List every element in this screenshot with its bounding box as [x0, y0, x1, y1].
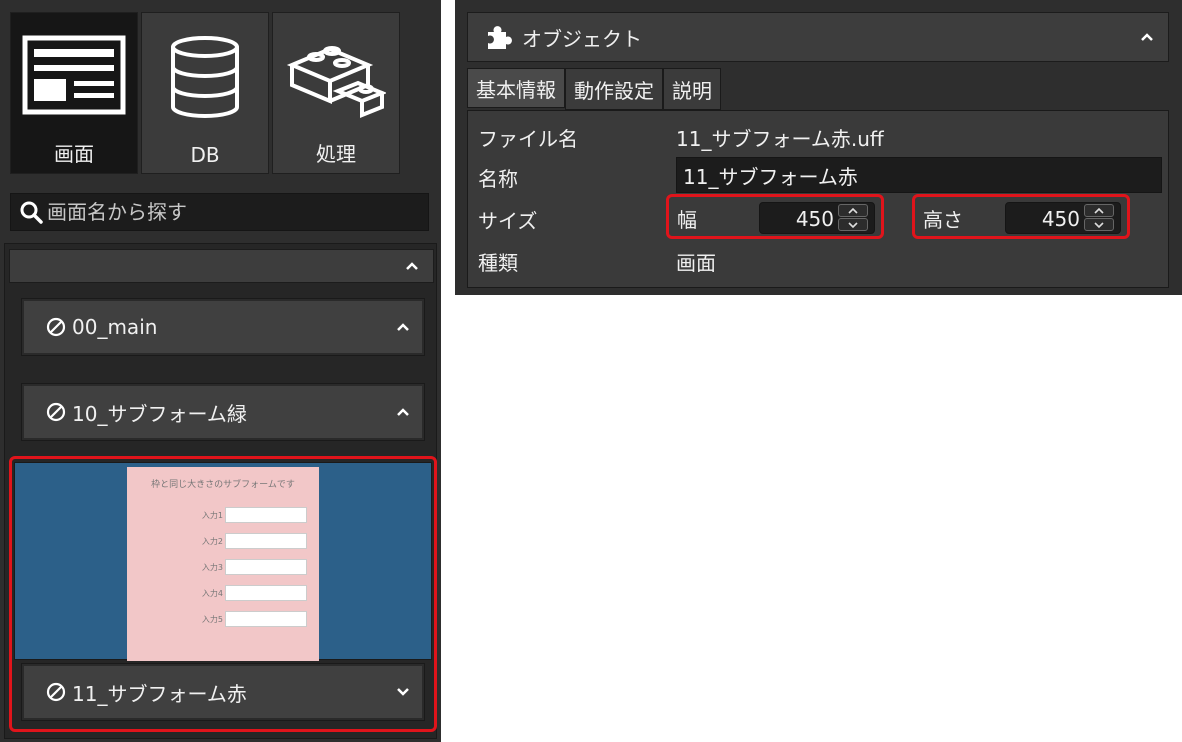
height-decrement-button[interactable]: [1084, 218, 1114, 231]
height-stepper[interactable]: 450: [1005, 202, 1121, 234]
screen-icon: [22, 35, 126, 115]
mode-process-button[interactable]: 処理: [272, 12, 400, 174]
name-input[interactable]: 11_サブフォーム赤: [676, 157, 1162, 193]
width-label: 幅: [677, 208, 697, 232]
tab-description[interactable]: 説明: [663, 68, 721, 110]
file-name-label: ファイル名: [478, 127, 578, 151]
width-stepper-buttons: [838, 204, 870, 232]
form-item-10-subform-green[interactable]: 10_サブフォーム緑: [21, 383, 425, 441]
kind-value: 画面: [676, 251, 716, 275]
height-stepper-buttons: [1084, 204, 1116, 232]
file-name-value: 11_サブフォーム赤.uff: [676, 127, 884, 151]
screen-list-panel: 画面 DB 処理 画面名から探す 00_main 10_サブフォーム緑 枠と同じ…: [0, 0, 441, 742]
tab-behavior-settings[interactable]: 動作設定: [565, 68, 663, 110]
object-tabs: 基本情報 動作設定 説明: [467, 68, 721, 110]
object-panel-title: オブジェクト: [522, 26, 642, 51]
height-label: 高さ: [923, 208, 963, 232]
size-label: サイズ: [478, 209, 538, 233]
width-stepper[interactable]: 450: [759, 202, 875, 234]
disabled-icon: [46, 317, 66, 337]
height-increment-button[interactable]: [1084, 204, 1114, 217]
chevron-up-icon[interactable]: [405, 261, 419, 271]
mode-db-label: DB: [190, 143, 220, 167]
search-icon: [20, 201, 43, 224]
basic-info-properties: ファイル名 11_サブフォーム赤.uff 名称 11_サブフォーム赤 サイズ 幅…: [467, 110, 1169, 288]
chevron-up-icon: [1094, 207, 1104, 214]
mode-screen-label: 画面: [54, 142, 94, 166]
mode-db-button[interactable]: DB: [141, 12, 269, 174]
mode-process-label: 処理: [316, 142, 356, 166]
chevron-up-icon[interactable]: [1140, 32, 1154, 42]
tab-basic-info[interactable]: 基本情報: [467, 68, 565, 108]
chevron-down-icon: [848, 221, 858, 228]
height-value: 450: [1041, 207, 1080, 231]
mode-selector: 画面 DB 処理: [10, 12, 400, 174]
chevron-up-icon[interactable]: [396, 407, 410, 417]
form-item-label: 10_サブフォーム緑: [72, 401, 247, 426]
kind-label: 種類: [478, 251, 518, 275]
chevron-up-icon[interactable]: [396, 322, 410, 332]
width-increment-button[interactable]: [838, 204, 868, 217]
screen-search-box: [10, 193, 429, 231]
width-value: 450: [795, 207, 834, 231]
blocks-icon: [286, 46, 386, 118]
screen-search-input[interactable]: [47, 200, 407, 224]
selection-highlight: [9, 456, 437, 732]
tree-group-header[interactable]: [9, 249, 434, 283]
mode-screen-button[interactable]: 画面: [10, 12, 138, 174]
form-item-00-main[interactable]: 00_main: [21, 298, 425, 356]
width-decrement-button[interactable]: [838, 218, 868, 231]
chevron-up-icon: [848, 207, 858, 214]
form-item-label: 00_main: [72, 315, 158, 339]
object-panel: オブジェクト 基本情報 動作設定 説明 ファイル名 11_サブフォーム赤.uff…: [455, 0, 1182, 295]
chevron-down-icon: [1094, 221, 1104, 228]
disabled-icon: [46, 402, 66, 422]
object-panel-header[interactable]: オブジェクト: [467, 12, 1169, 62]
name-label: 名称: [478, 167, 518, 191]
width-setting-highlight: 幅 450: [666, 194, 884, 239]
database-icon: [171, 36, 239, 118]
puzzle-icon: [488, 26, 512, 49]
height-setting-highlight: 高さ 450: [912, 194, 1130, 239]
screen-tree: 00_main 10_サブフォーム緑 枠と同じ大きさのサブフォームです 入力1: [4, 243, 437, 739]
